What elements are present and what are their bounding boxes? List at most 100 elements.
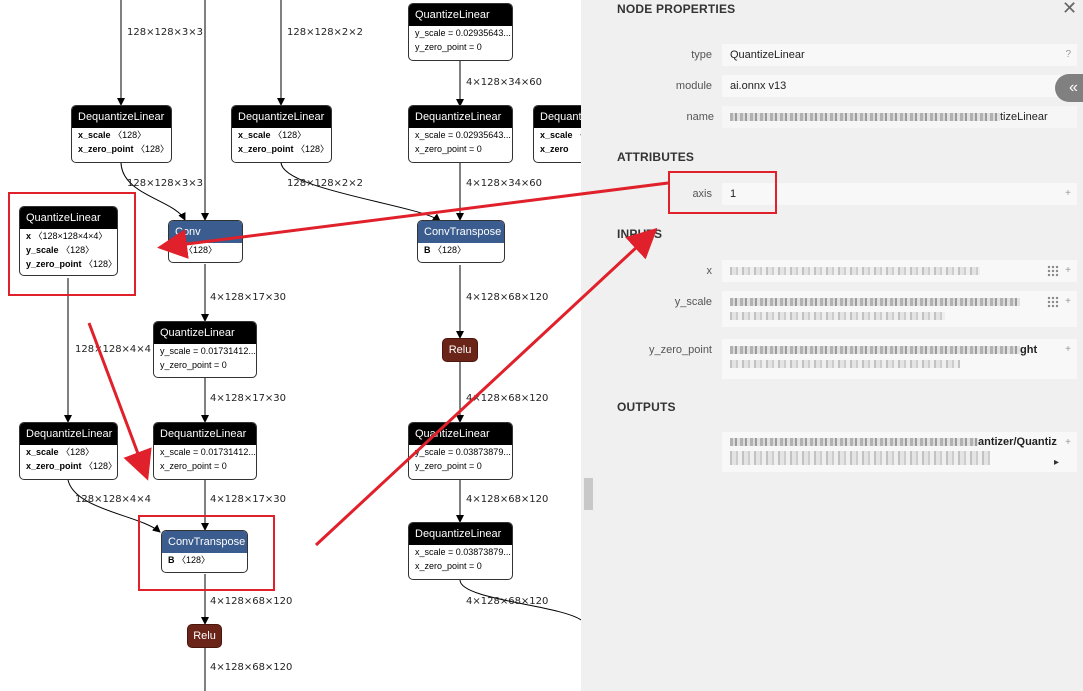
graph-node-d5[interactable]: DequantizeLinear x_scale 〈128〉 x_zero_poin… (19, 422, 118, 480)
node-attribute-value: x_zero_point = 0 (415, 561, 482, 571)
edge-shape-label: 128×128×4×4 (75, 344, 152, 355)
node-attribute: x_zero (534, 142, 581, 156)
name-label-text: name (686, 111, 714, 123)
module-value: ai.onnx v13 (722, 75, 1077, 97)
node-attribute: B 〈128〉 (418, 243, 504, 257)
type-label: type (691, 49, 712, 61)
expand-icon[interactable]: + (1065, 260, 1071, 282)
node-attribute-value: x_scale = 0.03873879... (415, 547, 511, 557)
grid-icon[interactable] (1047, 265, 1059, 277)
node-attribute-value: y_zero_point = 0 (415, 42, 482, 52)
graph-canvas[interactable]: QuantizeLinear y_scale = 0.02935643... y_z… (0, 0, 581, 691)
node-attribute: y_zero_point = 0 (154, 358, 256, 372)
edge-shape-label: 4×128×68×120 (210, 596, 293, 607)
name-value-tail: tizeLinear (1000, 111, 1048, 123)
node-attribute-name: x_zero_point (26, 461, 82, 471)
node-attribute-value: 〈128〉 (184, 245, 218, 255)
node-attribute: x_zero_point 〈128〉 (20, 459, 117, 473)
node-attribute-value: 〈128〉 (136, 144, 170, 154)
close-icon[interactable]: ✕ (1062, 0, 1077, 19)
node-title: DequantizeLinear (409, 106, 512, 128)
redacted-y-zero-point (730, 346, 1020, 355)
node-attribute-value: 〈128〉 (273, 130, 307, 140)
input-y-scale-value[interactable]: + (722, 291, 1077, 327)
input-y-zero-point-value[interactable]: ght + (722, 339, 1077, 379)
node-title: Relu (193, 630, 216, 642)
graph-node-d4[interactable]: Dequantx_scale 〈 x_zero (533, 105, 581, 163)
double-chevron-left-icon[interactable]: « (1055, 74, 1083, 102)
node-attribute-value: x_zero_point = 0 (160, 461, 227, 471)
edge-shape-label: 128×128×2×2 (287, 27, 364, 38)
edge-shape-label: 128×128×3×3 (127, 27, 204, 38)
node-attribute: x_scale = 0.03873879... (409, 545, 512, 559)
node-attribute-value: 〈128〉 (113, 130, 147, 140)
graph-node-d1[interactable]: DequantizeLinear x_scale 〈128〉 x_zero_poin… (71, 105, 172, 163)
scroll-right-icon[interactable]: ▸ (1054, 452, 1059, 472)
node-attribute-name: x_scale (540, 130, 573, 140)
node-attribute-value: 〈128〉 (433, 245, 467, 255)
edge-shape-label: 4×128×34×60 (466, 178, 543, 189)
node-attribute: x_zero_point 〈128〉 (72, 142, 171, 156)
help-icon[interactable]: ? (1065, 44, 1071, 66)
redacted-y-scale-1 (730, 298, 1020, 307)
node-attribute: x_scale 〈128〉 (20, 445, 117, 459)
redacted-output (730, 438, 978, 447)
name-value: tizeLinear (722, 106, 1077, 128)
graph-scrollbar[interactable] (581, 0, 596, 691)
node-attribute: x_scale 〈128〉 (232, 128, 331, 142)
node-attribute: y_zero_point = 0 (409, 459, 512, 473)
node-attribute: y_scale = 0.01731412... (154, 344, 256, 358)
node-title: DequantizeLinear (409, 523, 512, 545)
node-attribute-value: y_scale = 0.02935643... (415, 28, 511, 38)
node-properties-panel: NODE PROPERTIES ✕ type QuantizeLinear ? … (596, 0, 1083, 691)
node-attribute: x_scale = 0.02935643... (409, 128, 512, 142)
edge-shape-label: 4×128×34×60 (466, 77, 543, 88)
graph-node-d3[interactable]: DequantizeLinear x_scale = 0.02935643... x… (408, 105, 513, 163)
output-value[interactable]: antizer/Quantiz + ▸ (722, 432, 1077, 472)
graph-node-relu2[interactable]: Relu (187, 624, 222, 648)
node-title: DequantizeLinear (20, 423, 117, 445)
input-y-zero-point-label: y_zero_point (649, 344, 712, 356)
node-attribute-value: x_zero_point = 0 (415, 144, 482, 154)
graph-node-relu1[interactable]: Relu (442, 338, 478, 362)
redacted-output-2 (730, 451, 990, 466)
edge-shape-label: 4×128×68×120 (466, 292, 549, 303)
edge-shape-label: 4×128×68×120 (466, 393, 549, 404)
graph-node-d6[interactable]: DequantizeLinear x_scale = 0.01731412... x… (153, 422, 257, 480)
graph-node-q4[interactable]: QuantizeLinear y_scale = 0.03873879... y_z… (408, 422, 513, 480)
expand-icon[interactable]: + (1065, 432, 1071, 454)
graph-node-q1[interactable]: QuantizeLinear y_scale = 0.02935643... y_z… (408, 3, 513, 61)
type-value-text: QuantizeLinear (730, 49, 805, 61)
expand-icon[interactable]: + (1065, 339, 1071, 361)
node-attribute: x_zero_point 〈128〉 (232, 142, 331, 156)
outputs-section-title: OUTPUTS (617, 400, 676, 414)
edge-shape-label: 4×128×68×120 (466, 596, 549, 607)
annotation-box-convtranspose (138, 515, 275, 591)
type-value: QuantizeLinear ? (722, 44, 1077, 66)
input-x-label: x (706, 265, 713, 277)
redacted-y-scale-2 (730, 312, 945, 321)
edge-shape-label: 128×128×4×4 (75, 494, 152, 505)
node-title: Relu (448, 344, 472, 356)
node-attribute: y_scale = 0.02935643... (409, 26, 512, 40)
node-attribute-value: x_scale = 0.02935643... (415, 130, 511, 140)
edge-shape-label: 4×128×17×30 (210, 393, 287, 404)
edge-shape-label: 4×128×17×30 (210, 292, 287, 303)
node-attribute: y_scale = 0.03873879... (409, 445, 512, 459)
scrollbar-thumb[interactable] (584, 478, 593, 510)
graph-node-ct1[interactable]: ConvTranspose B 〈128〉 (417, 220, 505, 263)
input-x-value[interactable]: + (722, 260, 1077, 282)
module-label: module (675, 80, 712, 92)
inputs-section-title: INPUTS (617, 227, 663, 241)
grid-icon[interactable] (1047, 296, 1059, 308)
expand-icon[interactable]: + (1065, 291, 1071, 313)
panel-title: NODE PROPERTIES (617, 2, 736, 16)
graph-node-conv[interactable]: Conv B 〈128〉 (168, 220, 243, 263)
expand-icon[interactable]: + (1065, 183, 1071, 205)
edge-shape-label: 4×128×68×120 (210, 662, 293, 673)
node-attribute-name: B (424, 245, 431, 255)
graph-node-d7[interactable]: DequantizeLinear x_scale = 0.03873879... x… (408, 522, 513, 580)
graph-node-d2[interactable]: DequantizeLinear x_scale 〈128〉 x_zero_poin… (231, 105, 332, 163)
graph-node-q3[interactable]: QuantizeLinear y_scale = 0.01731412... y_z… (153, 321, 257, 378)
redacted-name (730, 113, 1000, 122)
